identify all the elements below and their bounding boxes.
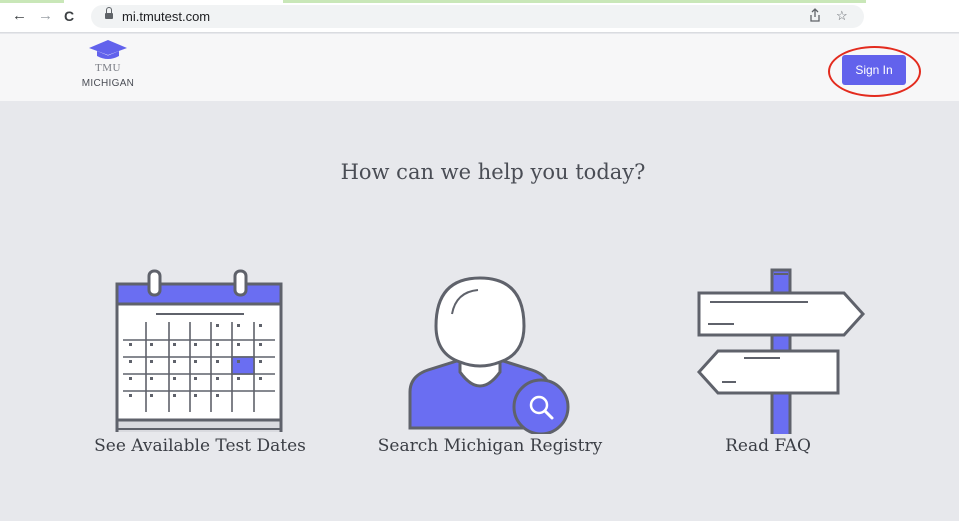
page-headline: How can we help you today? [340,160,646,184]
site-header: TMU MICHIGAN [0,34,959,101]
graduation-cap-icon [89,40,127,59]
browser-toolbar: ← → C mi.tmutest.com ☆ [0,0,959,33]
tmu-logo[interactable]: TMU MICHIGAN [78,39,138,97]
signpost-icon [696,268,866,434]
card-test-dates[interactable]: See Available Test Dates [80,262,320,492]
tab-strip-edge [283,0,866,3]
reload-icon[interactable]: C [64,8,74,24]
logo-tmu-text: TMU [95,62,121,74]
card-registry[interactable]: Search Michigan Registry [370,262,610,492]
person-search-icon [408,276,570,434]
address-bar-url[interactable]: mi.tmutest.com [122,9,210,24]
card-faq[interactable]: Read FAQ [648,262,888,492]
card-label-faq[interactable]: Read FAQ [648,436,888,456]
calendar-icon [115,269,283,432]
tab-strip-edge [0,0,64,3]
logo-michigan-text: MICHIGAN [81,78,135,89]
star-icon[interactable]: ☆ [836,8,848,24]
share-icon[interactable] [809,8,821,25]
card-label-test-dates[interactable]: See Available Test Dates [80,436,320,456]
back-icon[interactable]: ← [12,8,27,24]
lock-icon [105,7,113,20]
address-bar[interactable]: mi.tmutest.com ☆ [91,5,864,28]
forward-icon[interactable]: → [38,8,53,24]
annotation-circle [828,46,921,97]
card-label-registry[interactable]: Search Michigan Registry [370,436,610,456]
